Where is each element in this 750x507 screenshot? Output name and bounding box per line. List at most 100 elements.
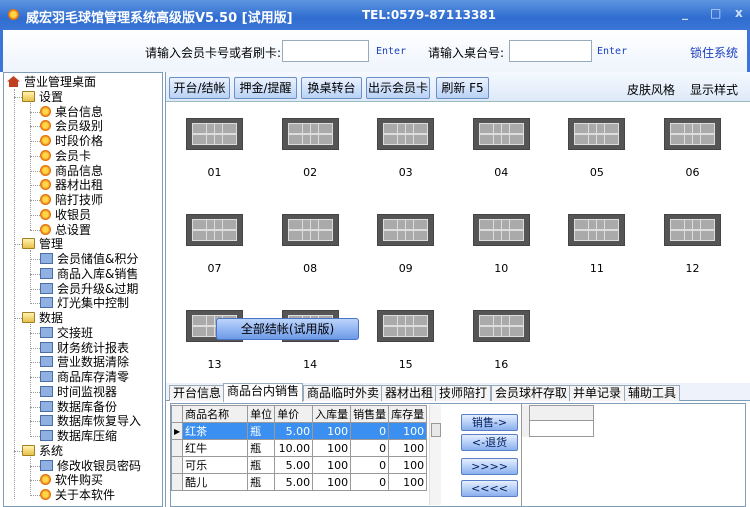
tab-7[interactable]: 辅助工具 [624, 385, 681, 401]
tab-6[interactable]: 并单记录 [569, 385, 626, 401]
table-cell: 红茶 [182, 422, 249, 440]
show-member-card-button[interactable]: 出示会员卡 [366, 77, 430, 99]
table-input[interactable] [509, 40, 592, 62]
court-icon [281, 214, 339, 246]
checkout-all-button[interactable]: 全部结帐(试用版) [216, 318, 359, 340]
tab-0[interactable]: 开台信息 [169, 385, 226, 401]
skin-style-link[interactable]: 皮肤风格 [627, 81, 675, 98]
court-icon [472, 118, 530, 150]
court-table[interactable]: 03 [377, 118, 435, 180]
tab-2[interactable]: 商品临时外卖 [303, 385, 384, 401]
row-header[interactable] [170, 439, 184, 457]
tree-item[interactable]: 总设置 [40, 223, 91, 238]
tree-item[interactable]: 时段价格 [40, 134, 103, 149]
tree-item[interactable]: 会员储值&积分 [40, 252, 138, 267]
tree-group[interactable]: 设置 [22, 90, 63, 105]
court-table[interactable]: 05 [568, 118, 626, 180]
col-unit[interactable]: 单位 [247, 405, 276, 423]
court-table[interactable]: 16 [472, 310, 530, 372]
tab-1[interactable]: 商品台内销售 [223, 383, 304, 402]
tree-item[interactable]: 会员卡 [40, 149, 91, 164]
court-table[interactable]: 07 [186, 214, 243, 276]
tree-item[interactable]: 财务统计报表 [40, 341, 129, 356]
tree-item[interactable]: 数据库压缩 [40, 429, 117, 444]
row-header[interactable] [170, 456, 184, 474]
tree-item[interactable]: 交接班 [40, 326, 93, 341]
tab-3[interactable]: 器材出租 [381, 385, 438, 401]
tree-item[interactable]: 灯光集中控制 [40, 296, 129, 311]
folder-icon [22, 90, 35, 102]
table-row[interactable]: 可乐瓶 5.00 100 0 100 [170, 456, 428, 474]
tree-item[interactable]: 软件购买 [40, 473, 103, 488]
table-row[interactable]: 酷儿瓶 5.00 100 0 100 [170, 473, 428, 491]
tree-item-label: 数据库压缩 [57, 429, 118, 443]
col-sold[interactable]: 销售量 [350, 405, 390, 423]
table-row[interactable]: 红牛瓶 10.00 100 0 100 [170, 439, 428, 457]
move-all-left-button[interactable]: <<<< [461, 480, 518, 497]
close-button[interactable]: x [735, 6, 743, 20]
tree-item-label: 器材出租 [55, 178, 104, 193]
court-table[interactable]: 10 [472, 214, 530, 276]
minimize-button[interactable]: _ [682, 6, 688, 20]
tree-item[interactable]: 修改收银员密码 [40, 459, 141, 474]
row-header[interactable] [170, 473, 184, 491]
maximize-button[interactable]: □ [710, 6, 721, 20]
scrollbar-thumb[interactable] [431, 423, 441, 437]
tool-icon [40, 282, 53, 294]
table-scrollbar[interactable] [429, 405, 441, 505]
court-table[interactable]: 12 [664, 214, 721, 276]
court-table[interactable]: 11 [568, 214, 626, 276]
court-table[interactable]: 09 [377, 214, 435, 276]
refresh-button[interactable]: 刷新 F5 [436, 77, 489, 99]
tree-item[interactable]: 器材出租 [40, 178, 103, 193]
change-table-button[interactable]: 换桌转台 [301, 77, 362, 99]
tree-item[interactable]: 营业数据清除 [40, 355, 129, 370]
tree-item-label: 商品库存清零 [57, 370, 130, 384]
tree-group[interactable]: 管理 [22, 237, 63, 252]
tree-group[interactable]: 系统 [22, 444, 63, 459]
display-style-link[interactable]: 显示样式 [690, 81, 738, 98]
tree-group[interactable]: 数据 [22, 311, 63, 326]
tree-item[interactable]: 桌台信息 [40, 105, 103, 120]
row-header[interactable]: ▶ [170, 422, 184, 440]
deposit-reminder-button[interactable]: 押金/提醒 [234, 77, 297, 99]
tool-icon [40, 400, 53, 412]
move-all-right-button[interactable]: >>>> [461, 458, 518, 475]
court-table[interactable]: 15 [377, 310, 435, 372]
tree-item[interactable]: 商品库存清零 [40, 370, 129, 385]
court-table[interactable]: 06 [664, 118, 721, 180]
tree-item[interactable]: 数据库恢复导入 [40, 414, 141, 429]
tree-item[interactable]: 时间监视器 [40, 385, 117, 400]
col-price[interactable]: 单价 [274, 405, 314, 423]
court-table[interactable]: 04 [472, 118, 530, 180]
sell-button[interactable]: 销售-> [461, 414, 518, 431]
tree-item[interactable]: 陪打技师 [40, 193, 103, 208]
court-table[interactable]: 02 [281, 118, 339, 180]
tree-root[interactable]: 营业管理桌面 [7, 75, 96, 90]
tree-item[interactable]: 关于本软件 [40, 488, 115, 503]
col-name[interactable]: 商品名称 [182, 405, 249, 423]
tree-item[interactable]: 收银员 [40, 208, 91, 223]
table-cell: 红牛 [182, 439, 249, 457]
tree-item[interactable]: 数据库备份 [40, 400, 117, 415]
table-cell: 100 [388, 456, 428, 474]
col-stock[interactable]: 库存量 [388, 405, 428, 423]
tree-item[interactable]: 会员级别 [40, 119, 103, 134]
card-input[interactable] [282, 40, 369, 62]
gear-sun-icon [40, 474, 51, 486]
tree-item[interactable]: 商品入库&销售 [40, 267, 138, 282]
court-table[interactable]: 08 [281, 214, 339, 276]
lock-system-link[interactable]: 锁住系统 [690, 44, 738, 61]
table-cell: 瓶 [247, 439, 276, 457]
court-table[interactable]: 01 [186, 118, 243, 180]
tool-icon [40, 356, 53, 368]
tree-item[interactable]: 会员升级&过期 [40, 282, 138, 297]
tab-5[interactable]: 会员球杆存取 [491, 385, 572, 401]
tab-4[interactable]: 技师陪打 [435, 385, 492, 401]
table-cell: 瓶 [247, 456, 276, 474]
return-button[interactable]: <-退货 [461, 434, 518, 451]
tree-item[interactable]: 商品信息 [40, 164, 103, 179]
table-row[interactable]: ▶ 红茶瓶 5.00 100 0 100 [170, 422, 428, 440]
col-stock-in[interactable]: 入库量 [312, 405, 352, 423]
open-checkout-button[interactable]: 开台/结帐 [169, 77, 230, 99]
